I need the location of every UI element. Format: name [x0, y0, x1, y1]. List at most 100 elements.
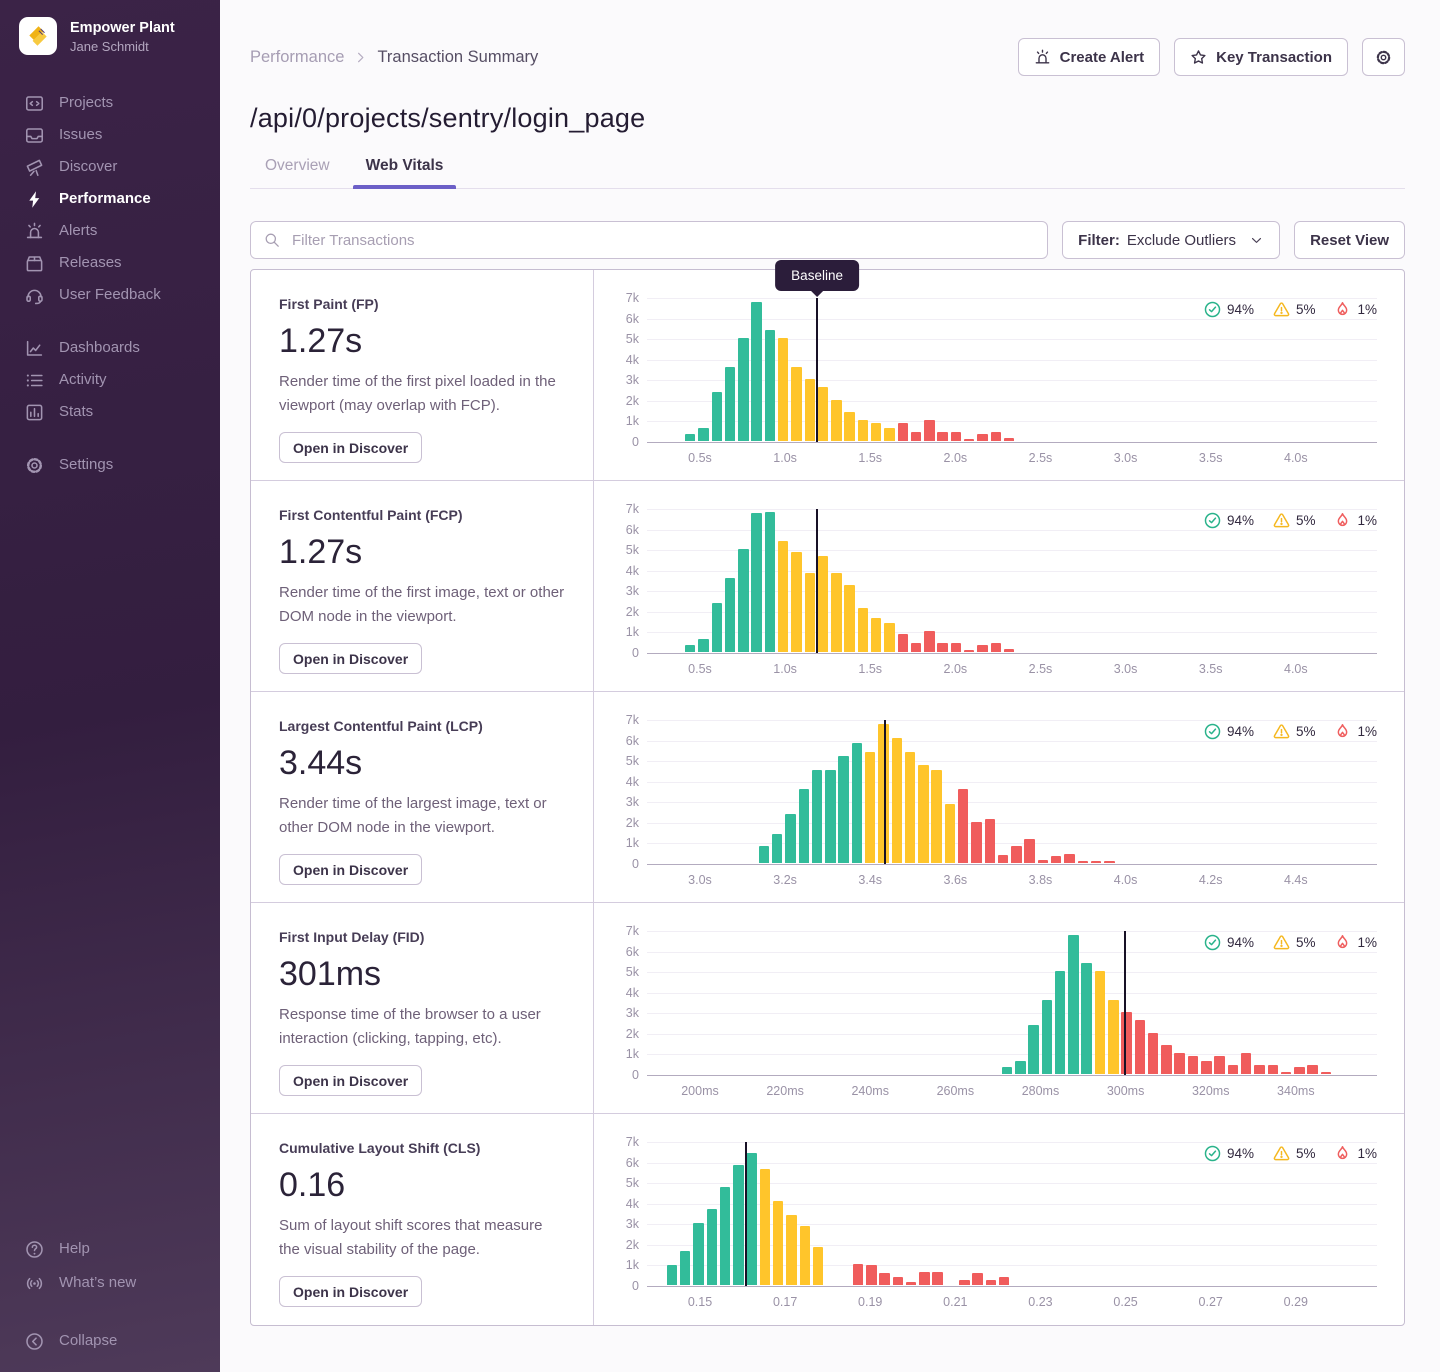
- x-axis-label: 0.15: [688, 1295, 712, 1309]
- vital-description: Response time of the browser to a user i…: [279, 1003, 565, 1051]
- histogram-bar-poor: [998, 855, 1009, 863]
- histogram-bar-poor: [985, 819, 996, 863]
- histogram-bar-meh: [786, 1215, 797, 1285]
- sidebar-item-user-feedback[interactable]: User Feedback: [0, 279, 220, 311]
- x-axis-label: 1.0s: [773, 451, 797, 465]
- y-axis-label: 1k: [599, 1258, 639, 1272]
- sidebar-item-whats-new[interactable]: What’s new: [0, 1266, 220, 1300]
- sidebar-item-activity[interactable]: Activity: [0, 364, 220, 396]
- sidebar-item-discover[interactable]: Discover: [0, 151, 220, 183]
- vital-row: Largest Contentful Paint (LCP) 3.44s Ren…: [251, 692, 1404, 903]
- histogram-bar-poor: [999, 1277, 1010, 1285]
- breadcrumb-performance[interactable]: Performance: [250, 48, 344, 67]
- vital-description: Sum of layout shift scores that measure …: [279, 1214, 565, 1262]
- y-axis-label: 4k: [599, 986, 639, 1000]
- histogram-bar-poor: [898, 634, 909, 653]
- x-axis-label: 0.25: [1113, 1295, 1137, 1309]
- histogram-bar-meh: [892, 738, 903, 863]
- histogram-bar-poor: [1121, 1012, 1132, 1074]
- histogram-bar-good: [1002, 1067, 1013, 1074]
- x-axis-label: 3.0s: [1114, 451, 1138, 465]
- reset-view-button[interactable]: Reset View: [1294, 221, 1405, 259]
- warning-triangle-icon: [1273, 1145, 1290, 1162]
- histogram-bar-meh: [818, 387, 829, 442]
- sidebar-item-settings[interactable]: Settings: [0, 449, 220, 481]
- histogram-bar-good: [765, 512, 776, 652]
- histogram-bar-poor: [971, 822, 982, 863]
- histogram-bar-poor: [853, 1264, 864, 1285]
- histogram-bar-poor: [951, 643, 962, 652]
- sidebar-item-performance[interactable]: Performance: [0, 183, 220, 215]
- settings-button[interactable]: [1362, 38, 1405, 76]
- sidebar-item-projects[interactable]: Projects: [0, 87, 220, 119]
- filter-dropdown[interactable]: Filter: Exclude Outliers: [1062, 221, 1280, 259]
- y-axis-label: 1k: [599, 836, 639, 850]
- histogram-bar-good: [1055, 971, 1066, 1074]
- sidebar-item-releases[interactable]: Releases: [0, 247, 220, 279]
- flame-icon: [1334, 512, 1351, 529]
- histogram-plot[interactable]: 01k2k3k4k5k6k7k0.5s1.0s1.5s2.0s2.5s3.0s3…: [647, 298, 1377, 442]
- histogram-plot[interactable]: 01k2k3k4k5k6k7k0.5s1.0s1.5s2.0s2.5s3.0s3…: [647, 509, 1377, 653]
- y-axis-label: 7k: [599, 502, 639, 516]
- sidebar-item-issues[interactable]: Issues: [0, 119, 220, 151]
- x-axis-label: 300ms: [1107, 1084, 1145, 1098]
- vital-name: Cumulative Layout Shift (CLS): [279, 1140, 565, 1156]
- sidebar-item-stats[interactable]: Stats: [0, 396, 220, 428]
- vital-row: First Contentful Paint (FCP) 1.27s Rende…: [251, 481, 1404, 692]
- sidebar-item-label: Help: [59, 1240, 90, 1258]
- open-in-discover-button[interactable]: Open in Discover: [279, 1065, 422, 1096]
- legend-meh: 5%: [1273, 512, 1316, 529]
- flame-icon: [1334, 301, 1351, 318]
- org-switcher[interactable]: Empower Plant Jane Schmidt: [0, 0, 220, 55]
- x-axis-label: 3.4s: [858, 873, 882, 887]
- histogram-plot[interactable]: 01k2k3k4k5k6k7k200ms220ms240ms260ms280ms…: [647, 931, 1377, 1075]
- histogram-bar-meh: [844, 585, 855, 652]
- sidebar-nav: ProjectsIssuesDiscoverPerformanceAlertsR…: [0, 87, 220, 481]
- histogram-bar-meh: [865, 752, 876, 863]
- x-axis-label: 3.6s: [944, 873, 968, 887]
- open-in-discover-button[interactable]: Open in Discover: [279, 643, 422, 674]
- histogram-bar-meh: [905, 752, 916, 863]
- create-alert-label: Create Alert: [1060, 49, 1144, 66]
- sidebar-item-alerts[interactable]: Alerts: [0, 215, 220, 247]
- histogram-bar-poor: [1024, 839, 1035, 863]
- vital-description: Render time of the first pixel loaded in…: [279, 370, 565, 418]
- histogram-bar-poor: [959, 1280, 970, 1285]
- key-transaction-button[interactable]: Key Transaction: [1174, 38, 1348, 76]
- y-axis-label: 4k: [599, 775, 639, 789]
- histogram-bar-poor: [951, 432, 962, 441]
- tab-overview[interactable]: Overview: [252, 157, 343, 188]
- legend-good: 94%: [1204, 723, 1254, 740]
- histogram-bar-poor: [1307, 1065, 1318, 1074]
- search-input[interactable]: [290, 231, 1034, 250]
- page-title: /api/0/projects/sentry/login_page: [250, 103, 1405, 134]
- x-axis-label: 3.5s: [1199, 451, 1223, 465]
- x-axis-label: 2.0s: [944, 451, 968, 465]
- x-axis-label: 280ms: [1022, 1084, 1060, 1098]
- open-in-discover-button[interactable]: Open in Discover: [279, 854, 422, 885]
- open-in-discover-button[interactable]: Open in Discover: [279, 432, 422, 463]
- vital-row: Cumulative Layout Shift (CLS) 0.16 Sum o…: [251, 1114, 1404, 1325]
- legend-poor-pct: 1%: [1357, 513, 1377, 528]
- sidebar-item-dashboards[interactable]: Dashboards: [0, 332, 220, 364]
- histogram-bar-good: [738, 549, 749, 652]
- histogram-plot[interactable]: 01k2k3k4k5k6k7k0.150.170.190.210.230.250…: [647, 1142, 1377, 1286]
- flame-icon: [1334, 723, 1351, 740]
- histogram-bar-good: [712, 603, 723, 652]
- y-axis-label: 2k: [599, 1238, 639, 1252]
- sidebar-item-collapse[interactable]: Collapse: [0, 1324, 220, 1358]
- flame-icon: [1334, 1145, 1351, 1162]
- histogram-plot[interactable]: 01k2k3k4k5k6k7k3.0s3.2s3.4s3.6s3.8s4.0s4…: [647, 720, 1377, 864]
- legend-meh: 5%: [1273, 301, 1316, 318]
- histogram-bar-meh: [805, 379, 816, 441]
- legend-poor-pct: 1%: [1357, 302, 1377, 317]
- y-axis-label: 1k: [599, 625, 639, 639]
- open-in-discover-button[interactable]: Open in Discover: [279, 1276, 422, 1307]
- x-axis-label: 3.0s: [688, 873, 712, 887]
- gridline: [647, 1034, 1377, 1035]
- sidebar-item-help[interactable]: Help: [0, 1232, 220, 1266]
- sidebar-group: DashboardsActivityStats: [0, 332, 220, 428]
- tab-web-vitals[interactable]: Web Vitals: [353, 157, 457, 188]
- gridline: [647, 972, 1377, 973]
- create-alert-button[interactable]: Create Alert: [1018, 38, 1160, 76]
